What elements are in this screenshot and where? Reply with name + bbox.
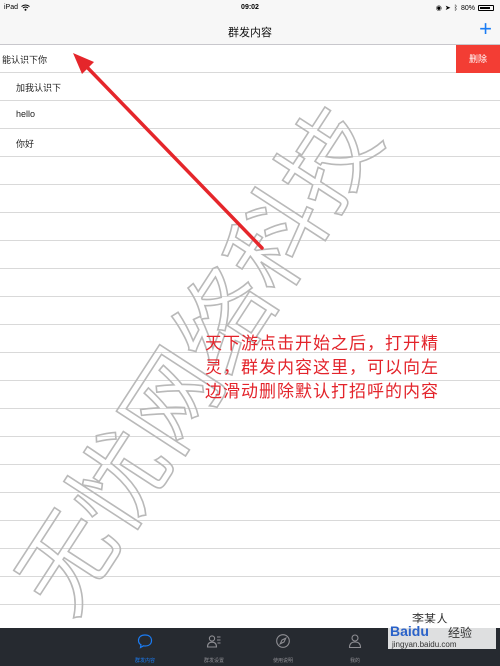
- plus-icon[interactable]: +: [479, 16, 492, 42]
- battery-percent: 80%: [460, 4, 475, 12]
- empty-row: [0, 185, 500, 213]
- location-icon: ➤: [444, 5, 451, 12]
- empty-row: [0, 409, 500, 437]
- status-right: ◉ ➤ ᛒ 80%: [436, 4, 494, 12]
- lock-rotation-icon: ◉: [435, 5, 442, 12]
- list-item[interactable]: 你好: [0, 129, 500, 157]
- delete-button[interactable]: 删除: [456, 45, 500, 73]
- nav-bar: 群发内容 +: [0, 16, 500, 45]
- list-item[interactable]: hello: [0, 101, 500, 129]
- empty-row: [0, 437, 500, 465]
- empty-row: [0, 493, 500, 521]
- tab-label: 我的: [349, 658, 360, 664]
- empty-row: [0, 297, 500, 325]
- annotation-line: 天下游点击开始之后，打开精: [205, 334, 439, 354]
- contacts-icon: [206, 635, 221, 648]
- baidu-watermark: Baidu 经验 jingyan.baidu.com: [388, 623, 496, 649]
- empty-row: [0, 521, 500, 549]
- baidu-logo: Baidu: [390, 623, 429, 639]
- list-item-text: hello: [16, 109, 36, 119]
- annotation-line: 边滑动删除默认打招呼的内容: [205, 382, 439, 402]
- list-item-text: 你好: [16, 139, 35, 149]
- tab-label: 群发设置: [203, 658, 224, 664]
- baidu-logo-text: Baidu: [390, 623, 429, 639]
- annotation-line: 灵，群发内容这里，可以向左: [205, 358, 439, 378]
- baidu-logo-suffix: 经验: [448, 626, 473, 640]
- empty-row: [0, 549, 500, 577]
- list-item-text: 能认识下你: [2, 55, 48, 65]
- annotation-text: 天下游点击开始之后，打开精 灵，群发内容这里，可以向左 边滑动删除默认打招呼的内…: [205, 332, 495, 404]
- chat-bubble-icon: [137, 634, 153, 649]
- empty-row: [0, 577, 500, 605]
- empty-row: [0, 465, 500, 493]
- compass-icon: [276, 634, 290, 648]
- empty-row: [0, 157, 500, 185]
- tab-group-content[interactable]: 群发内容: [110, 628, 180, 666]
- list-item[interactable]: 加我认识下: [0, 73, 500, 101]
- tab-me[interactable]: 我的: [320, 628, 390, 666]
- battery-icon: [478, 5, 494, 11]
- tab-label: 群发内容: [134, 658, 155, 664]
- baidu-url: jingyan.baidu.com: [392, 640, 457, 649]
- tab-label: 使用说明: [272, 658, 293, 664]
- page-title: 群发内容: [228, 27, 272, 39]
- status-time: 09:02: [241, 4, 259, 11]
- empty-row: [0, 241, 500, 269]
- list-item-text: 加我认识下: [16, 83, 62, 93]
- tab-group-settings[interactable]: 群发设置: [179, 628, 249, 666]
- list-item-swiped[interactable]: 能认识下你 删除: [0, 45, 500, 73]
- empty-row: [0, 269, 500, 297]
- tab-instructions[interactable]: 使用说明: [248, 628, 318, 666]
- status-bar: iPad 09:02 ◉ ➤ ᛒ 80%: [0, 0, 500, 18]
- empty-row: [0, 213, 500, 241]
- person-icon: [348, 634, 362, 649]
- bluetooth-icon: ᛒ: [453, 4, 458, 12]
